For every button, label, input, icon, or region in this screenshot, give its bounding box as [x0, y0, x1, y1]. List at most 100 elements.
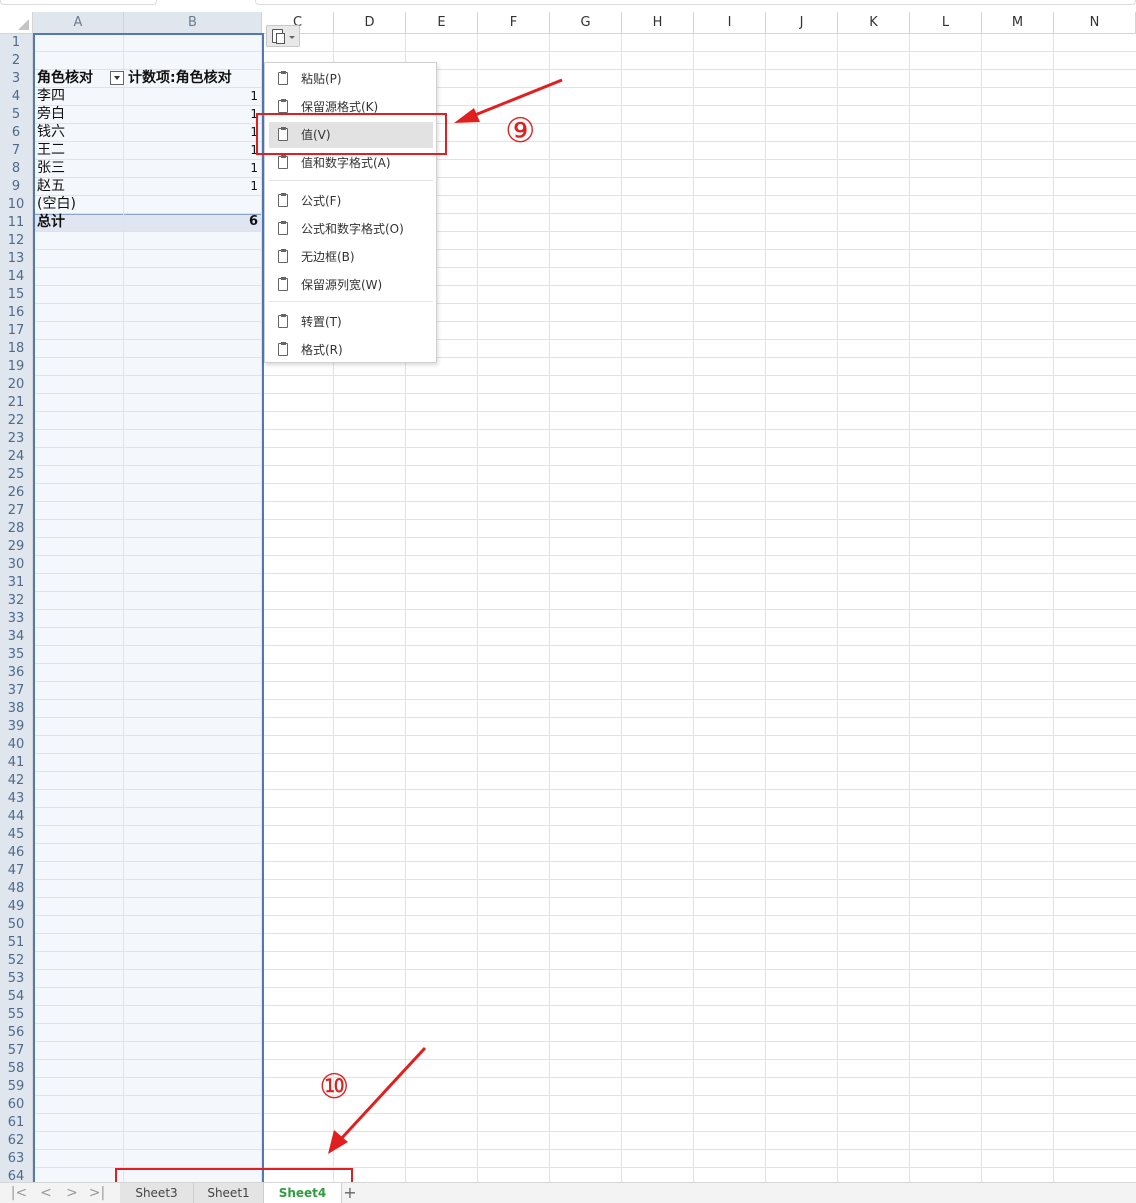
first-sheet-button[interactable]: |<	[10, 1185, 28, 1201]
row-header[interactable]: 8	[0, 160, 33, 178]
column-header-d[interactable]: D	[334, 12, 406, 34]
paste-menu-item-no-borders[interactable]: 无边框(B)	[269, 244, 433, 270]
pivot-filter-dropdown-icon[interactable]	[110, 71, 124, 85]
row-header[interactable]: 17	[0, 322, 33, 340]
row-header[interactable]: 10	[0, 196, 33, 214]
column-header-k[interactable]: K	[838, 12, 910, 34]
row-header[interactable]: 44	[0, 808, 33, 826]
row-header[interactable]: 33	[0, 610, 33, 628]
column-header-j[interactable]: J	[766, 12, 838, 34]
row-header[interactable]: 2	[0, 52, 33, 70]
row-header[interactable]: 60	[0, 1096, 33, 1114]
row-header[interactable]: 59	[0, 1078, 33, 1096]
tab-sheet1[interactable]: Sheet1	[194, 1183, 264, 1203]
prev-sheet-button[interactable]: <	[37, 1185, 55, 1201]
column-header-h[interactable]: H	[622, 12, 694, 34]
row-header[interactable]: 58	[0, 1060, 33, 1078]
pivot-row-count[interactable]: 1	[200, 177, 258, 195]
row-header[interactable]: 3	[0, 70, 33, 88]
spreadsheet-grid[interactable]: ABCDEFGHIJKLMN 1 2 3 4 5 6 7 8 9 10 11 12 13 14 15 16 17…	[0, 12, 1136, 1182]
row-header[interactable]: 47	[0, 862, 33, 880]
row-header[interactable]: 35	[0, 646, 33, 664]
pivot-header-row-label[interactable]: 角色核对	[37, 69, 93, 87]
row-header[interactable]: 24	[0, 448, 33, 466]
paste-menu-item-formula-number-format[interactable]: 公式和数字格式(O)	[269, 216, 433, 242]
row-header[interactable]: 19	[0, 358, 33, 376]
row-header[interactable]: 56	[0, 1024, 33, 1042]
pivot-row-label[interactable]: 旁白	[37, 105, 65, 123]
row-header[interactable]: 6	[0, 124, 33, 142]
pivot-row-count[interactable]: 1	[200, 123, 258, 141]
column-header-b[interactable]: B	[124, 12, 262, 34]
row-header[interactable]: 62	[0, 1132, 33, 1150]
row-header[interactable]: 22	[0, 412, 33, 430]
row-header[interactable]: 7	[0, 142, 33, 160]
row-header[interactable]: 34	[0, 628, 33, 646]
row-header[interactable]: 32	[0, 592, 33, 610]
row-header[interactable]: 39	[0, 718, 33, 736]
row-header[interactable]: 36	[0, 664, 33, 682]
column-header-e[interactable]: E	[406, 12, 478, 34]
column-header-a[interactable]: A	[33, 12, 124, 34]
row-header[interactable]: 52	[0, 952, 33, 970]
pivot-total-label[interactable]: 总计	[37, 213, 65, 231]
row-header[interactable]: 41	[0, 754, 33, 772]
row-header[interactable]: 5	[0, 106, 33, 124]
pivot-row-label[interactable]: 张三	[37, 159, 65, 177]
paste-menu-item-paste[interactable]: 粘贴(P)	[269, 66, 433, 92]
pivot-row-label[interactable]: (空白)	[37, 195, 76, 213]
paste-menu-item-transpose[interactable]: 转置(T)	[269, 309, 433, 335]
pivot-row-label[interactable]: 赵五	[37, 177, 65, 195]
pivot-header-count-label[interactable]: 计数项:角色核对	[128, 69, 232, 87]
row-header[interactable]: 54	[0, 988, 33, 1006]
row-header[interactable]: 20	[0, 376, 33, 394]
row-header[interactable]: 26	[0, 484, 33, 502]
select-all-corner[interactable]	[0, 12, 33, 34]
row-header[interactable]: 27	[0, 502, 33, 520]
row-header[interactable]: 31	[0, 574, 33, 592]
paste-menu-item-keep-column-width[interactable]: 保留源列宽(W)	[269, 272, 433, 298]
column-header-n[interactable]: N	[1054, 12, 1136, 34]
pivot-row-count[interactable]	[200, 195, 258, 213]
row-header[interactable]: 14	[0, 268, 33, 286]
row-header[interactable]: 23	[0, 430, 33, 448]
tab-sheet4[interactable]: Sheet4	[264, 1183, 342, 1203]
row-header[interactable]: 46	[0, 844, 33, 862]
column-header-f[interactable]: F	[478, 12, 550, 34]
pivot-row-label[interactable]: 钱六	[37, 123, 65, 141]
row-header[interactable]: 63	[0, 1150, 33, 1168]
pivot-row-count[interactable]: 1	[200, 159, 258, 177]
row-header[interactable]: 43	[0, 790, 33, 808]
paste-menu-item-format[interactable]: 格式(R)	[269, 337, 433, 363]
row-header[interactable]: 49	[0, 898, 33, 916]
row-header[interactable]: 57	[0, 1042, 33, 1060]
row-header[interactable]: 4	[0, 88, 33, 106]
row-header[interactable]: 28	[0, 520, 33, 538]
pivot-row-count[interactable]: 1	[200, 105, 258, 123]
pivot-total-value[interactable]: 6	[200, 213, 258, 231]
next-sheet-button[interactable]: >	[63, 1185, 81, 1201]
pivot-row-label[interactable]: 李四	[37, 87, 65, 105]
column-header-i[interactable]: I	[694, 12, 766, 34]
row-header[interactable]: 61	[0, 1114, 33, 1132]
row-header[interactable]: 25	[0, 466, 33, 484]
pivot-row-count[interactable]: 1	[200, 141, 258, 159]
row-header[interactable]: 48	[0, 880, 33, 898]
last-sheet-button[interactable]: >|	[88, 1185, 106, 1201]
column-header-g[interactable]: G	[550, 12, 622, 34]
row-header[interactable]: 30	[0, 556, 33, 574]
row-header[interactable]: 12	[0, 232, 33, 250]
pivot-row-count[interactable]: 1	[200, 87, 258, 105]
row-header[interactable]: 40	[0, 736, 33, 754]
row-header[interactable]: 38	[0, 700, 33, 718]
row-header[interactable]: 11	[0, 214, 33, 232]
row-header[interactable]: 9	[0, 178, 33, 196]
paste-menu-item-formula[interactable]: 公式(F)	[269, 188, 433, 214]
row-header[interactable]: 18	[0, 340, 33, 358]
row-header[interactable]: 64	[0, 1168, 33, 1182]
column-header-l[interactable]: L	[910, 12, 982, 34]
row-header[interactable]: 29	[0, 538, 33, 556]
row-header[interactable]: 50	[0, 916, 33, 934]
row-header[interactable]: 42	[0, 772, 33, 790]
row-header[interactable]: 53	[0, 970, 33, 988]
